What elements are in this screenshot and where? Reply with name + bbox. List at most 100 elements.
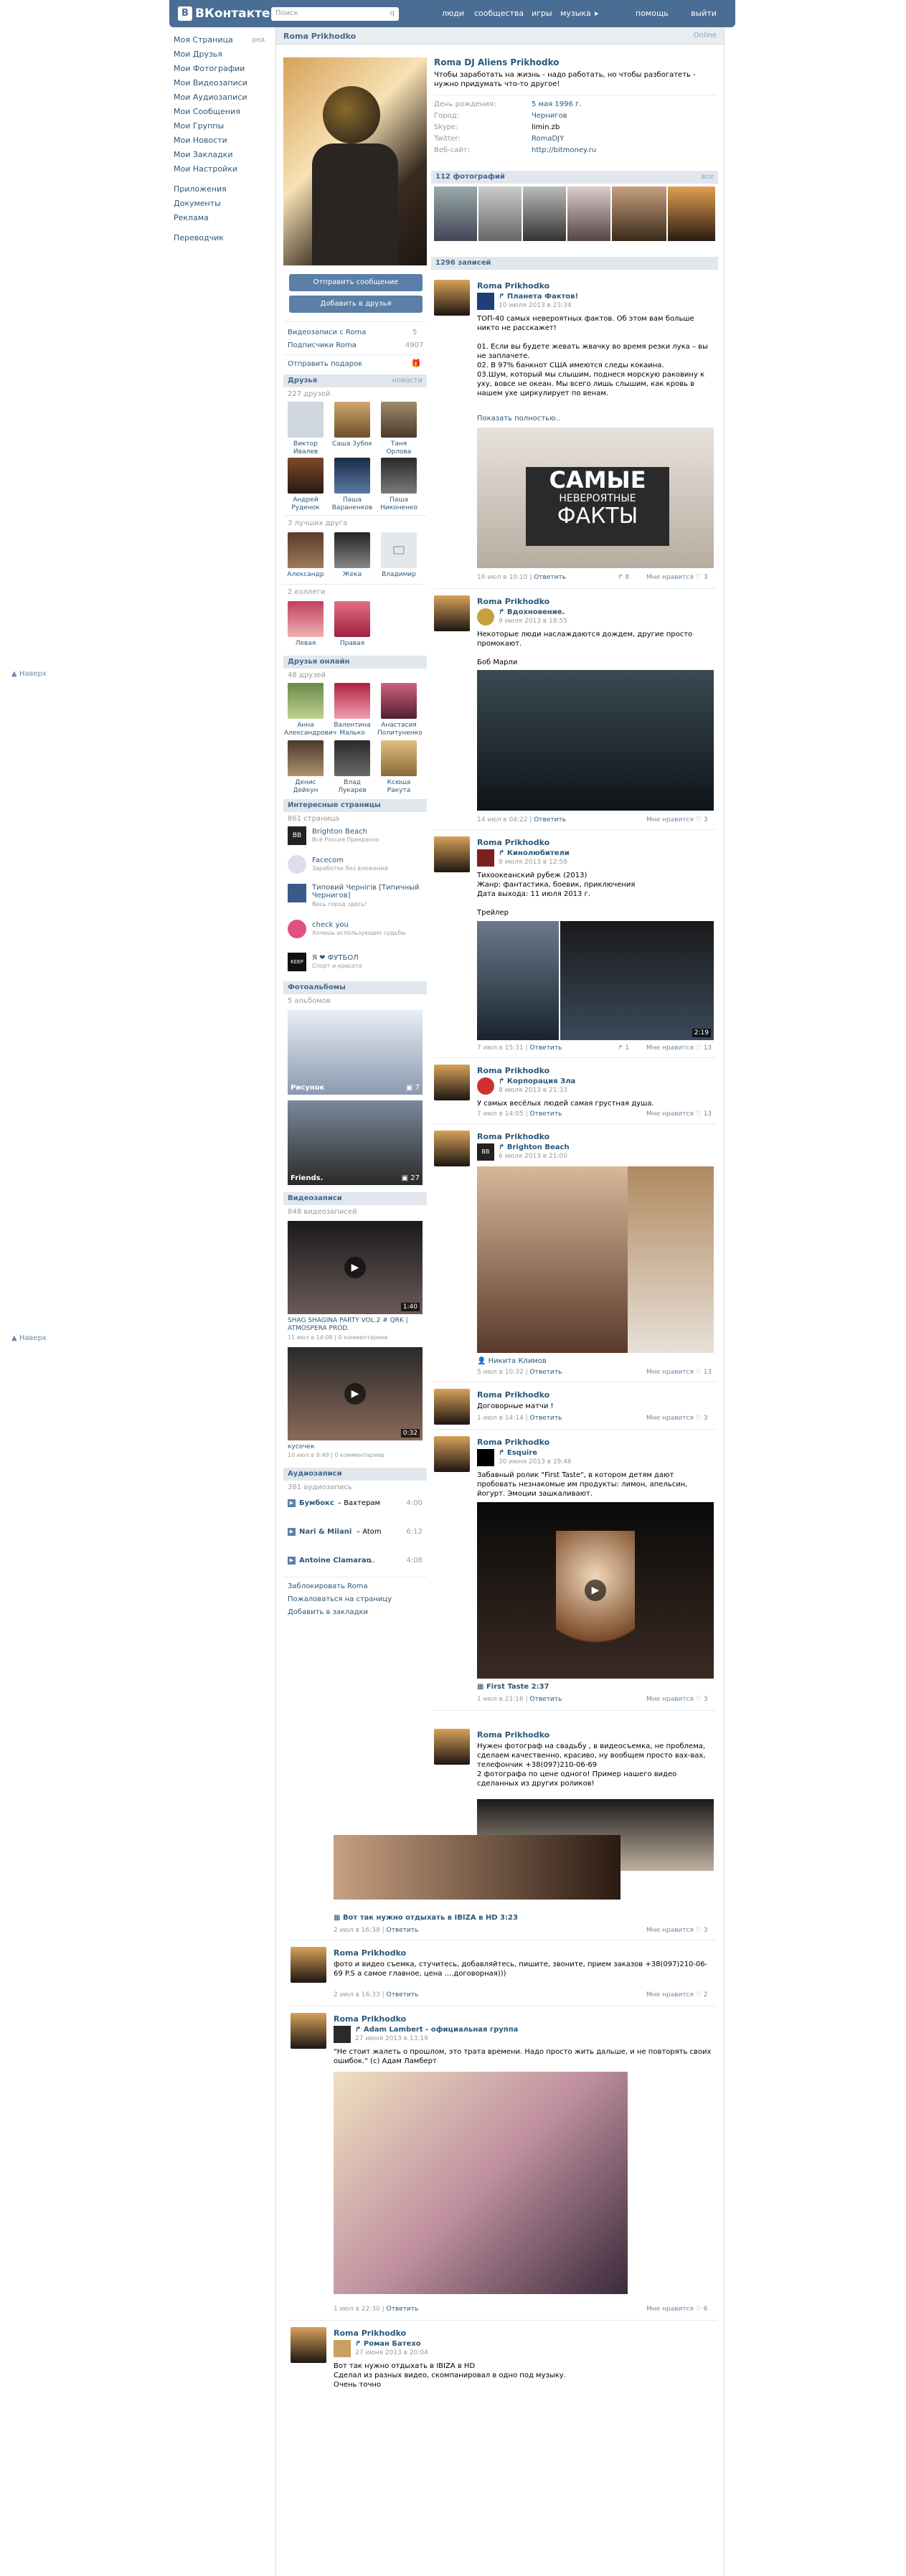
colleague-avatar[interactable] (334, 601, 370, 637)
friend-avatar[interactable] (334, 402, 370, 438)
colleague-avatar[interactable] (288, 601, 324, 637)
info-value[interactable]: 5 мая 1996 г. (532, 100, 581, 108)
albums-header[interactable]: Фотоальбомы (283, 981, 427, 994)
post-author[interactable]: Roma Prikhodko (477, 1730, 549, 1740)
profile-status[interactable]: Чтобы заработать на жизнь - надо работат… (434, 70, 714, 89)
post-image[interactable] (628, 1166, 714, 1353)
page-logo-icon[interactable]: BB (288, 826, 306, 845)
repost-count[interactable]: ↱ 1 (618, 1044, 629, 1052)
repost-avatar[interactable] (477, 849, 494, 867)
repost-source[interactable]: ↱ Вдохновение. (499, 608, 565, 616)
reply-link[interactable]: Ответить (387, 2306, 419, 2313)
menu-my-page[interactable]: Моя Страница ред. (174, 33, 267, 47)
repost-avatar[interactable] (334, 2340, 351, 2357)
play-icon[interactable]: ▸ (595, 9, 599, 18)
photo-thumb[interactable] (478, 187, 522, 241)
post-image[interactable] (477, 670, 714, 811)
friend-avatar[interactable] (381, 740, 417, 776)
videos-with-link[interactable]: Видеозаписи с Roma (288, 329, 366, 336)
like-button[interactable]: Мне нравится ♡ 3 (646, 1415, 707, 1422)
page-name[interactable]: Типовий Чернігів [Типичный Чернигов] (312, 884, 420, 900)
friend-avatar[interactable] (288, 402, 324, 438)
audio-header[interactable]: Аудиозаписи (283, 1468, 427, 1481)
info-value[interactable]: RomaDJY (532, 135, 564, 143)
post-author[interactable]: Roma Prikhodko (477, 281, 549, 291)
like-button[interactable]: Мне нравится ♡ 3 (646, 816, 707, 824)
repost-date[interactable]: 27 июня 2013 в 13:19 (355, 2035, 428, 2042)
friend-name[interactable]: Александр (284, 571, 327, 579)
friend-name[interactable]: Валентина Малько (331, 722, 374, 737)
album-cover[interactable]: Рисунок ▣ 7 (288, 1010, 423, 1095)
friend-name[interactable]: Анастасия Политуненко (377, 722, 423, 737)
videos-header[interactable]: Видеозаписи (283, 1192, 427, 1205)
post-image[interactable] (477, 1166, 628, 1353)
video-title[interactable]: SHAG SHAGINA PARTY VOL.2 # QRK | ATMOSPE… (288, 1317, 423, 1333)
play-icon[interactable]: ▶ (344, 1383, 366, 1405)
add-bookmark-link[interactable]: Добавить в закладки (288, 1608, 368, 1616)
album-cover[interactable]: Friends. ▣ 27 (288, 1100, 423, 1185)
photo-thumb[interactable] (567, 187, 610, 241)
friend-name[interactable]: Виктор Ивалев (284, 440, 327, 456)
friend-name[interactable]: Владимир (377, 571, 420, 579)
page-logo-icon[interactable] (288, 884, 306, 902)
friend-name[interactable]: Андрей Руденок (284, 496, 327, 512)
repost-avatar[interactable] (334, 2026, 351, 2043)
video-title[interactable]: ▦ Вот так нужно отдыхать в IBIZA в HD 3:… (334, 1914, 518, 1922)
scroll-up-link-2[interactable]: ▲ Наверх (11, 1334, 47, 1342)
friend-name[interactable]: Жека (331, 571, 374, 579)
video-thumb[interactable]: ▶ (477, 1502, 714, 1679)
nav-music[interactable]: музыка (560, 9, 591, 18)
menu-settings[interactable]: Мои Настройки (174, 162, 267, 176)
play-icon[interactable]: ▶ (288, 1528, 296, 1536)
post-author[interactable]: Roma Prikhodko (334, 2014, 406, 2024)
menu-news[interactable]: Мои Новости (174, 133, 267, 148)
post-avatar[interactable] (434, 1131, 470, 1166)
video-thumb[interactable]: ▶ 1:40 (288, 1221, 423, 1314)
friends-header[interactable]: Друзья новости (283, 374, 427, 387)
menu-apps[interactable]: Приложения (174, 182, 267, 197)
report-page-link[interactable]: Пожаловаться на страницу (288, 1595, 392, 1603)
reply-link[interactable]: Ответить (530, 1110, 562, 1118)
camera-placeholder-icon[interactable] (381, 532, 417, 568)
repost-date[interactable]: 9 июля 2013 в 12:59 (499, 859, 567, 866)
play-icon[interactable]: ▶ (288, 1557, 296, 1565)
repost-avatar[interactable] (477, 1077, 494, 1095)
post-author[interactable]: Roma Prikhodko (477, 1390, 549, 1400)
wall-header[interactable]: 1296 записей (431, 257, 718, 270)
online-friends-header[interactable]: Друзья онлайн (283, 656, 427, 669)
colleague-name[interactable]: Правая (331, 640, 374, 648)
menu-bookmarks[interactable]: Мои Закладки (174, 148, 267, 162)
friend-avatar[interactable] (288, 740, 324, 776)
post-avatar[interactable] (291, 2327, 326, 2363)
friend-avatar[interactable] (381, 683, 417, 719)
friend-avatar[interactable] (334, 458, 370, 494)
photo-thumb[interactable] (434, 187, 477, 241)
repost-source[interactable]: ↱ Adam Lambert - официальная группа (355, 2026, 518, 2034)
add-friend-button[interactable]: Добавить в друзья (289, 296, 423, 313)
post-avatar[interactable] (434, 595, 470, 631)
menu-docs[interactable]: Документы (174, 197, 267, 211)
reply-link[interactable]: Ответить (530, 1369, 562, 1376)
friend-name[interactable]: Таня Орлова (377, 440, 420, 456)
post-avatar[interactable] (434, 1389, 470, 1425)
reply-link[interactable]: Ответить (530, 1696, 562, 1703)
friends-news-link[interactable]: новости (392, 377, 423, 385)
nav-logout[interactable]: выйти (691, 9, 717, 18)
video-thumb[interactable]: ▶ 0:32 (288, 1347, 423, 1440)
post-author[interactable]: Roma Prikhodko (477, 1438, 549, 1447)
repost-date[interactable]: 27 июня 2013 в 20:04 (355, 2349, 428, 2356)
audio-track[interactable]: ▶ Nari & Milani – Atom 6:12 (288, 1528, 423, 1538)
audio-track[interactable]: ▶ Бумбокс – Вахтерам 4:00 (288, 1499, 423, 1509)
friend-avatar[interactable] (381, 402, 417, 438)
post-author[interactable]: Roma Prikhodko (477, 597, 549, 606)
friend-avatar[interactable] (288, 683, 324, 719)
play-icon[interactable]: ▶ (288, 1499, 296, 1507)
post-avatar[interactable] (434, 280, 470, 316)
reply-link[interactable]: Ответить (534, 574, 566, 581)
repost-avatar[interactable] (477, 293, 494, 310)
send-message-button[interactable]: Отправить сообщение (289, 274, 423, 291)
photo-thumb[interactable] (612, 187, 666, 241)
repost-avatar[interactable]: BB (477, 1143, 494, 1161)
photos-header[interactable]: 112 фотографий все (431, 171, 718, 184)
nav-help[interactable]: помощь (636, 9, 669, 18)
